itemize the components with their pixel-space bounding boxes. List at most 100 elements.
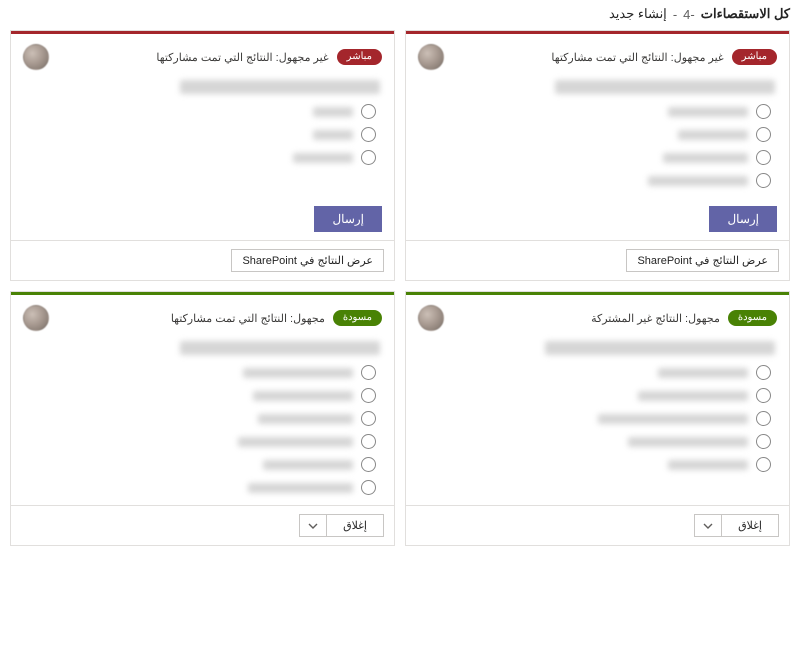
poll-option[interactable]: [25, 457, 376, 472]
status-badge: مسودة: [728, 310, 777, 326]
poll-option-label: [658, 368, 748, 378]
card-header: مباشر غير مجهول: النتائج التي تمت مشاركته…: [406, 34, 789, 76]
close-button[interactable]: إغلاق: [327, 515, 383, 536]
poll-option[interactable]: [420, 150, 771, 165]
poll-option[interactable]: [420, 411, 771, 426]
poll-option[interactable]: [25, 411, 376, 426]
card-footer: عرض النتائج في SharePoint: [406, 240, 789, 280]
poll-options: [25, 104, 380, 165]
radio-icon[interactable]: [361, 127, 376, 142]
poll-option-label: [628, 437, 748, 447]
poll-option[interactable]: [420, 173, 771, 188]
card-header: مسودةمجهول: النتائج التي تمت مشاركتها: [11, 295, 394, 337]
poll-options: [420, 104, 775, 188]
close-split-button: إغلاق: [694, 514, 779, 537]
radio-icon[interactable]: [756, 457, 771, 472]
poll-option[interactable]: [420, 365, 771, 380]
send-button[interactable]: إرسال: [709, 206, 777, 232]
poll-options: [420, 365, 775, 472]
radio-icon[interactable]: [361, 411, 376, 426]
author-avatar[interactable]: [418, 44, 444, 70]
poll-question-title: [180, 341, 380, 355]
view-results-button[interactable]: عرض النتائج في SharePoint: [231, 249, 384, 272]
chevron-down-icon: [703, 521, 713, 531]
radio-icon[interactable]: [756, 388, 771, 403]
poll-option[interactable]: [25, 365, 376, 380]
card-body: [406, 76, 789, 198]
split-divider: [326, 515, 327, 536]
poll-option[interactable]: [25, 434, 376, 449]
author-avatar[interactable]: [23, 305, 49, 331]
poll-option[interactable]: [420, 434, 771, 449]
poll-option[interactable]: [25, 104, 376, 119]
poll-option-label: [648, 176, 748, 186]
poll-option[interactable]: [25, 388, 376, 403]
split-divider: [721, 515, 722, 536]
poll-option-label: [293, 153, 353, 163]
badge-row: مسودة مجهول: النتائج غير المشتركة: [591, 310, 777, 326]
poll-option-label: [258, 414, 353, 424]
close-button[interactable]: إغلاق: [722, 515, 778, 536]
radio-icon[interactable]: [361, 480, 376, 495]
poll-option[interactable]: [420, 104, 771, 119]
card-header: مسودة مجهول: النتائج غير المشتركة: [406, 295, 789, 337]
anonymity-status: مجهول: النتائج غير المشتركة: [591, 312, 720, 325]
radio-icon[interactable]: [361, 388, 376, 403]
close-menu-chevron[interactable]: [300, 515, 326, 536]
poll-option-label: [263, 460, 353, 470]
radio-icon[interactable]: [756, 411, 771, 426]
card-body: [11, 76, 394, 198]
radio-icon[interactable]: [361, 150, 376, 165]
radio-icon[interactable]: [756, 104, 771, 119]
radio-icon[interactable]: [756, 127, 771, 142]
poll-option-label: [313, 130, 353, 140]
radio-icon[interactable]: [756, 365, 771, 380]
page-title: كل الاستقصاءات: [701, 6, 790, 22]
radio-icon[interactable]: [361, 457, 376, 472]
anonymity-status: غير مجهول: النتائج التي تمت مشاركتها: [551, 51, 723, 64]
radio-icon[interactable]: [756, 434, 771, 449]
radio-icon[interactable]: [361, 434, 376, 449]
radio-icon[interactable]: [361, 365, 376, 380]
poll-option[interactable]: [420, 388, 771, 403]
poll-option[interactable]: [420, 127, 771, 142]
author-avatar[interactable]: [23, 44, 49, 70]
poll-option-label: [663, 153, 748, 163]
close-menu-chevron[interactable]: [695, 515, 721, 536]
poll-option[interactable]: [25, 150, 376, 165]
card-body: [11, 337, 394, 505]
poll-card: مباشر غير مجهول: النتائج التي تمت مشاركته…: [405, 30, 790, 281]
badge-row: مباشر غير مجهول: النتائج التي تمت مشاركته…: [551, 49, 777, 65]
poll-count: -4: [683, 7, 695, 22]
card-header: مباشرغير مجهول: النتائج التي تمت مشاركته…: [11, 34, 394, 76]
poll-option-label: [253, 391, 353, 401]
radio-icon[interactable]: [756, 150, 771, 165]
poll-option[interactable]: [25, 480, 376, 495]
card-footer: عرض النتائج في SharePoint: [11, 240, 394, 280]
poll-option-label: [678, 130, 748, 140]
poll-card: مباشرغير مجهول: النتائج التي تمت مشاركته…: [10, 30, 395, 281]
status-badge: مباشر: [337, 49, 382, 65]
status-badge: مباشر: [732, 49, 777, 65]
poll-option[interactable]: [420, 457, 771, 472]
poll-question-title: [555, 80, 775, 94]
send-button[interactable]: إرسال: [314, 206, 382, 232]
radio-icon[interactable]: [361, 104, 376, 119]
close-split-button: إغلاق: [299, 514, 384, 537]
poll-options: [25, 365, 380, 495]
poll-option-label: [598, 414, 748, 424]
poll-option[interactable]: [25, 127, 376, 142]
author-avatar[interactable]: [418, 305, 444, 331]
poll-option-label: [668, 107, 748, 117]
view-results-button[interactable]: عرض النتائج في SharePoint: [626, 249, 779, 272]
card-footer: إغلاق: [406, 505, 789, 545]
radio-icon[interactable]: [756, 173, 771, 188]
poll-option-label: [243, 368, 353, 378]
badge-row: مسودةمجهول: النتائج التي تمت مشاركتها: [171, 310, 382, 326]
header-separator: -: [673, 7, 677, 22]
chevron-down-icon: [308, 521, 318, 531]
anonymity-status: مجهول: النتائج التي تمت مشاركتها: [171, 312, 325, 325]
card-actions: إرسال: [406, 198, 789, 240]
create-new-link[interactable]: إنشاء جديد: [609, 6, 667, 22]
poll-option-label: [668, 460, 748, 470]
